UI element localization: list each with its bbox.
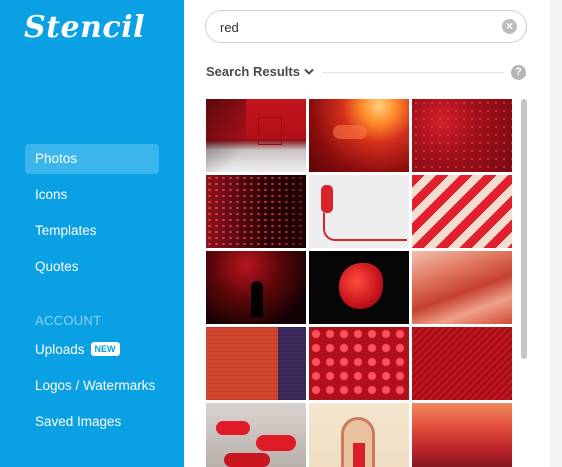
scrollbar[interactable] xyxy=(521,99,527,359)
image-thumbnail[interactable] xyxy=(309,251,409,324)
sidebar-item-icons[interactable]: Icons xyxy=(25,180,159,210)
image-thumbnail[interactable] xyxy=(206,327,306,400)
image-thumbnail[interactable] xyxy=(412,251,512,324)
image-thumbnail[interactable] xyxy=(206,251,306,324)
sidebar-item-logos-watermarks[interactable]: Logos / Watermarks xyxy=(25,371,159,401)
image-thumbnail[interactable] xyxy=(412,175,512,248)
sidebar-item-quotes[interactable]: Quotes xyxy=(25,252,159,282)
image-thumbnail[interactable] xyxy=(309,327,409,400)
help-icon[interactable]: ? xyxy=(511,65,526,80)
main-panel: × Search Results ? xyxy=(184,0,550,467)
image-thumbnail[interactable] xyxy=(412,327,512,400)
sidebar-item-uploads[interactable]: Uploads NEW xyxy=(25,335,159,365)
image-thumbnail[interactable] xyxy=(206,99,306,172)
right-panel-edge xyxy=(550,0,562,467)
search-box[interactable]: × xyxy=(205,10,527,43)
image-thumbnail[interactable] xyxy=(412,99,512,172)
image-thumbnail[interactable] xyxy=(206,403,306,467)
account-section-label: ACCOUNT xyxy=(35,313,102,328)
search-results-title: Search Results xyxy=(206,64,300,79)
sidebar: Stencil Photos Icons Templates Quotes AC… xyxy=(0,0,184,467)
sidebar-item-photos[interactable]: Photos xyxy=(25,144,159,174)
image-thumbnail[interactable] xyxy=(412,403,512,467)
stencil-logo[interactable]: Stencil xyxy=(24,10,145,45)
search-input[interactable] xyxy=(220,18,490,36)
sidebar-item-saved-images[interactable]: Saved Images xyxy=(25,407,159,437)
chevron-down-icon xyxy=(304,64,314,79)
image-grid xyxy=(206,99,514,467)
divider xyxy=(322,72,504,73)
image-thumbnail[interactable] xyxy=(206,175,306,248)
new-badge: NEW xyxy=(90,342,120,356)
clear-search-icon[interactable]: × xyxy=(502,19,517,34)
sidebar-item-templates[interactable]: Templates xyxy=(25,216,159,246)
sidebar-item-label: Uploads xyxy=(35,342,85,357)
image-thumbnail[interactable] xyxy=(309,403,409,467)
search-results-dropdown[interactable]: Search Results xyxy=(206,64,314,79)
image-thumbnail[interactable] xyxy=(309,99,409,172)
image-thumbnail[interactable] xyxy=(309,175,409,248)
